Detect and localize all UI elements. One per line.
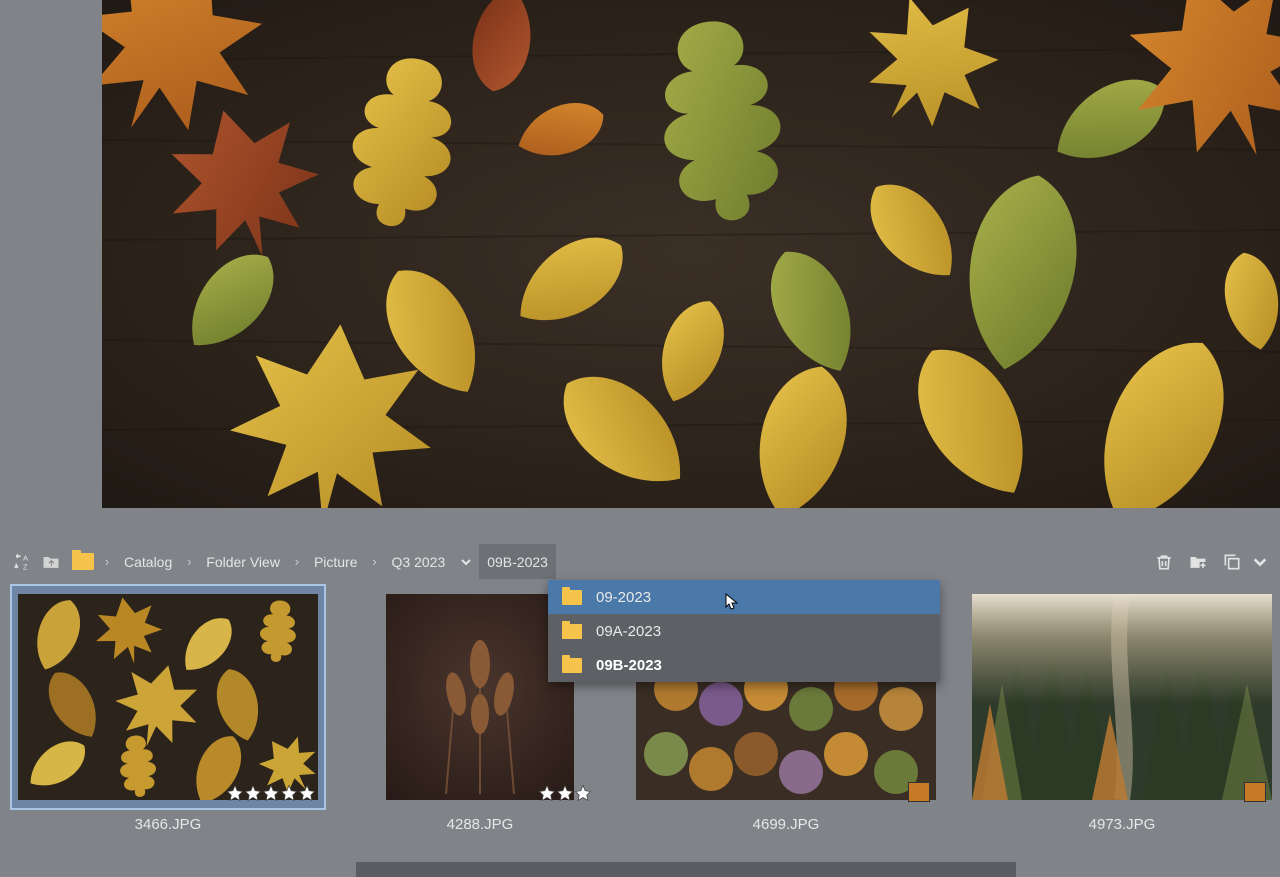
thumbnail-cell[interactable]: 4973.JPG (972, 586, 1272, 833)
folder-dropdown: 09-2023 09A-2023 09B-2023 (548, 580, 940, 682)
color-label (908, 782, 930, 802)
chevron-right-icon[interactable]: › (368, 554, 382, 569)
thumbnail-filename: 3466.JPG (135, 816, 202, 833)
chevron-down-icon[interactable] (455, 556, 477, 568)
crumb-catalog[interactable]: Catalog (116, 544, 180, 579)
svg-text:A: A (23, 553, 28, 562)
crumb-q3-2023[interactable]: Q3 2023 (384, 544, 454, 579)
preview-pane (102, 0, 1280, 508)
folder-icon (562, 590, 582, 605)
sort-az-icon[interactable]: A Z (10, 549, 36, 575)
color-label (1244, 782, 1266, 802)
dropdown-item[interactable]: 09A-2023 (548, 614, 940, 648)
dropdown-item-label: 09A-2023 (596, 623, 661, 640)
crumb-picture[interactable]: Picture (306, 544, 366, 579)
breadcrumb-toolbar: A Z › Catalog › Folder View › Picture › … (0, 544, 1280, 579)
rating-stars (538, 784, 592, 802)
copy-icon[interactable] (1218, 549, 1246, 575)
dropdown-item[interactable]: 09-2023 (548, 580, 940, 614)
chevron-right-icon[interactable]: › (182, 554, 196, 569)
chevron-right-icon[interactable]: › (290, 554, 304, 569)
dropdown-item-label: 09B-2023 (596, 657, 662, 674)
thumbnail-filename: 4699.JPG (753, 816, 820, 833)
folder-icon (562, 658, 582, 673)
horizontal-scrollbar[interactable] (356, 862, 1016, 877)
folder-icon (562, 624, 582, 639)
new-folder-icon[interactable] (1184, 549, 1212, 575)
dropdown-item[interactable]: 09B-2023 (548, 648, 940, 682)
chevron-right-icon[interactable]: › (100, 554, 114, 569)
crumb-folderview[interactable]: Folder View (198, 544, 288, 579)
chevron-down-icon[interactable] (1252, 549, 1268, 575)
trash-icon[interactable] (1150, 549, 1178, 575)
root-folder-icon[interactable] (72, 553, 94, 570)
dropdown-item-label: 09-2023 (596, 589, 651, 606)
thumbnail-filename: 4973.JPG (1089, 816, 1156, 833)
thumbnail-filename: 4288.JPG (447, 816, 514, 833)
rating-stars (226, 784, 316, 802)
crumb-current[interactable]: 09B-2023 (479, 544, 556, 579)
thumbnail-cell[interactable]: 3466.JPG (12, 586, 324, 833)
up-folder-icon[interactable] (38, 549, 64, 575)
svg-text:Z: Z (23, 562, 28, 571)
